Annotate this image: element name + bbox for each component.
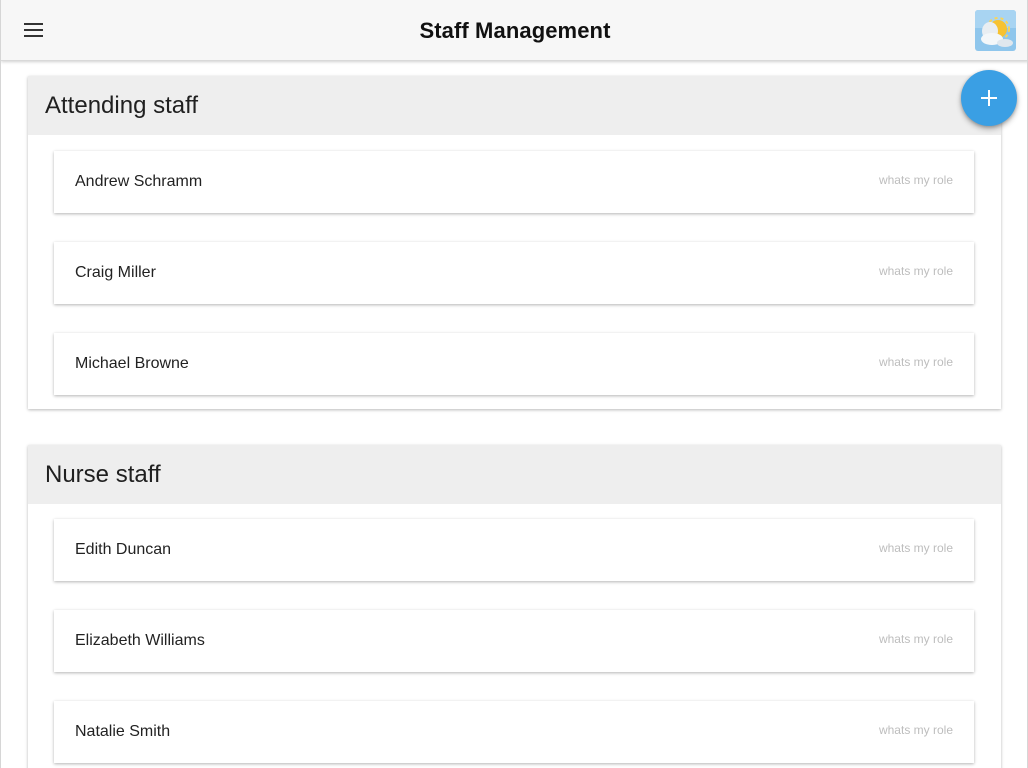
staff-role: whats my role — [878, 632, 953, 646]
staff-name: Edith Duncan — [75, 541, 172, 558]
staff-role: whats my role — [878, 541, 953, 555]
staff-name: Craig Miller — [75, 264, 156, 281]
section-title: Attending staff — [45, 91, 198, 119]
top-app-bar: Staff Management — [1, 0, 1027, 61]
staff-role: whats my role — [878, 723, 953, 737]
staff-card-craig-miller[interactable]: Craig Miller whats my role — [54, 242, 974, 304]
staff-card-natalie-smith[interactable]: Natalie Smith whats my role — [54, 701, 974, 763]
staff-name: Michael Browne — [75, 355, 189, 372]
plus-icon — [981, 90, 997, 106]
add-staff-button[interactable] — [961, 70, 1017, 126]
attending-staff-section: Attending staff Andrew Schramm whats my … — [28, 76, 1001, 409]
staff-card-michael-browne[interactable]: Michael Browne whats my role — [54, 333, 974, 395]
staff-card-edith-duncan[interactable]: Edith Duncan whats my role — [54, 519, 974, 581]
section-title: Nurse staff — [45, 460, 161, 488]
staff-name: Elizabeth Williams — [75, 632, 205, 649]
page-title: Staff Management — [419, 18, 611, 43]
user-avatar-button[interactable] — [975, 10, 1016, 51]
section-header: Nurse staff — [28, 445, 1001, 504]
staff-role: whats my role — [878, 173, 953, 187]
staff-card-elizabeth-williams[interactable]: Elizabeth Williams whats my role — [54, 610, 974, 672]
staff-role: whats my role — [878, 355, 953, 369]
staff-name: Natalie Smith — [75, 723, 171, 740]
section-header: Attending staff — [28, 76, 1001, 135]
nurse-staff-section: Nurse staff Edith Duncan whats my role E… — [28, 445, 1001, 768]
weather-avatar-icon — [975, 10, 1016, 51]
app-window: Staff Management Attending staff Andrew … — [0, 0, 1028, 768]
staff-name: Andrew Schramm — [75, 173, 203, 190]
staff-role: whats my role — [878, 264, 953, 278]
staff-card-andrew-schramm[interactable]: Andrew Schramm whats my role — [54, 151, 974, 213]
